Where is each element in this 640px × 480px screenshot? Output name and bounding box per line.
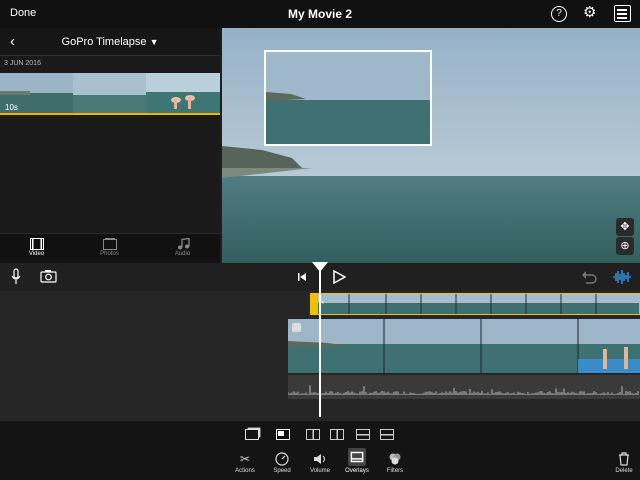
edit-toolbar: ✂ Actions Speed Volume Overlays Filters … xyxy=(0,421,640,480)
back-chevron-icon[interactable]: ‹ xyxy=(10,33,15,50)
music-note-icon xyxy=(177,238,190,250)
filters-label: Filters xyxy=(386,468,404,474)
film-icon xyxy=(29,238,44,250)
project-title: My Movie 2 xyxy=(287,7,353,21)
speaker-icon xyxy=(314,454,325,464)
speed-label: Speed xyxy=(273,468,291,474)
top-bar: My Movie 2 Done ? ⚙ xyxy=(0,0,640,28)
playhead[interactable] xyxy=(319,267,321,417)
project-settings-icon[interactable] xyxy=(614,5,631,22)
overlay-clip-track[interactable] xyxy=(310,293,640,315)
zoom-icon[interactable]: ⊕ xyxy=(616,237,634,255)
cutaway-option-icon[interactable] xyxy=(245,429,259,440)
clip-selection-bar xyxy=(0,113,220,115)
tab-video[interactable]: Video xyxy=(0,236,73,257)
album-title: GoPro Timelapse xyxy=(61,36,147,48)
overlay-trim-handle[interactable] xyxy=(310,293,318,315)
volume-tool[interactable]: Volume xyxy=(300,452,340,474)
media-browser: GoPro Timelapse ▼ ‹ 3 JUN 2016 10s Video… xyxy=(0,28,220,263)
browser-tabs: Video Photos Audio xyxy=(0,233,220,263)
clip-frame xyxy=(146,73,220,115)
clip-settings-icon[interactable] xyxy=(292,323,301,332)
picture-in-picture-option-icon[interactable] xyxy=(276,429,290,440)
undo-icon[interactable] xyxy=(581,270,597,284)
volume-label: Volume xyxy=(309,468,330,474)
play-icon[interactable] xyxy=(333,270,346,284)
speedometer-icon xyxy=(275,452,289,466)
speed-tool[interactable]: Speed xyxy=(262,452,302,474)
caret-down-icon: ▼ xyxy=(149,37,159,47)
video-viewer[interactable]: ✥ ⊕ xyxy=(222,28,640,263)
overlay-pip-frame[interactable] xyxy=(264,50,432,146)
audio-waveform-track xyxy=(287,375,640,399)
photos-icon xyxy=(102,238,117,250)
tab-video-label: Video xyxy=(28,251,45,257)
tab-photos[interactable]: Photos xyxy=(73,236,146,257)
gear-icon[interactable]: ⚙ xyxy=(583,5,596,21)
done-button[interactable]: Done xyxy=(10,7,36,19)
tab-photos-label: Photos xyxy=(100,251,119,257)
split-screen-right-option-icon[interactable] xyxy=(330,429,344,440)
scissors-icon: ✂ xyxy=(239,452,251,466)
delete-tool[interactable]: Delete xyxy=(604,452,640,474)
skip-to-start-icon[interactable] xyxy=(297,272,307,282)
browser-header: GoPro Timelapse ▼ ‹ xyxy=(0,28,220,56)
overlays-label: Overlays xyxy=(345,468,369,474)
delete-label: Delete xyxy=(615,468,633,474)
album-selector[interactable]: GoPro Timelapse ▼ xyxy=(0,36,220,48)
help-icon[interactable]: ? xyxy=(551,6,567,22)
clip-frame xyxy=(73,73,146,115)
tab-audio[interactable]: Audio xyxy=(146,236,219,257)
camera-icon[interactable] xyxy=(40,269,57,283)
playhead-marker[interactable] xyxy=(312,262,328,272)
tab-audio-label: Audio xyxy=(174,251,191,257)
actions-label: Actions xyxy=(235,468,255,474)
overlays-tool[interactable]: Overlays xyxy=(337,448,377,474)
main-clip-track[interactable] xyxy=(288,319,640,373)
clip-thumbnail-strip[interactable]: 10s xyxy=(0,73,220,115)
trash-icon xyxy=(619,452,629,466)
audio-waveform-icon[interactable] xyxy=(612,269,632,285)
split-screen-top-option-icon[interactable] xyxy=(356,429,370,440)
date-heading: 3 JUN 2016 xyxy=(4,60,41,67)
actions-tool[interactable]: ✂ Actions xyxy=(225,452,265,474)
clip-duration: 10s xyxy=(5,103,18,112)
microphone-icon[interactable] xyxy=(11,268,21,285)
move-arrows-icon[interactable]: ✥ xyxy=(616,218,634,236)
filters-icon xyxy=(389,453,401,465)
filters-tool[interactable]: Filters xyxy=(375,452,415,474)
overlays-icon xyxy=(348,448,366,466)
split-screen-bottom-option-icon[interactable] xyxy=(380,429,394,440)
split-screen-left-option-icon[interactable] xyxy=(306,429,320,440)
